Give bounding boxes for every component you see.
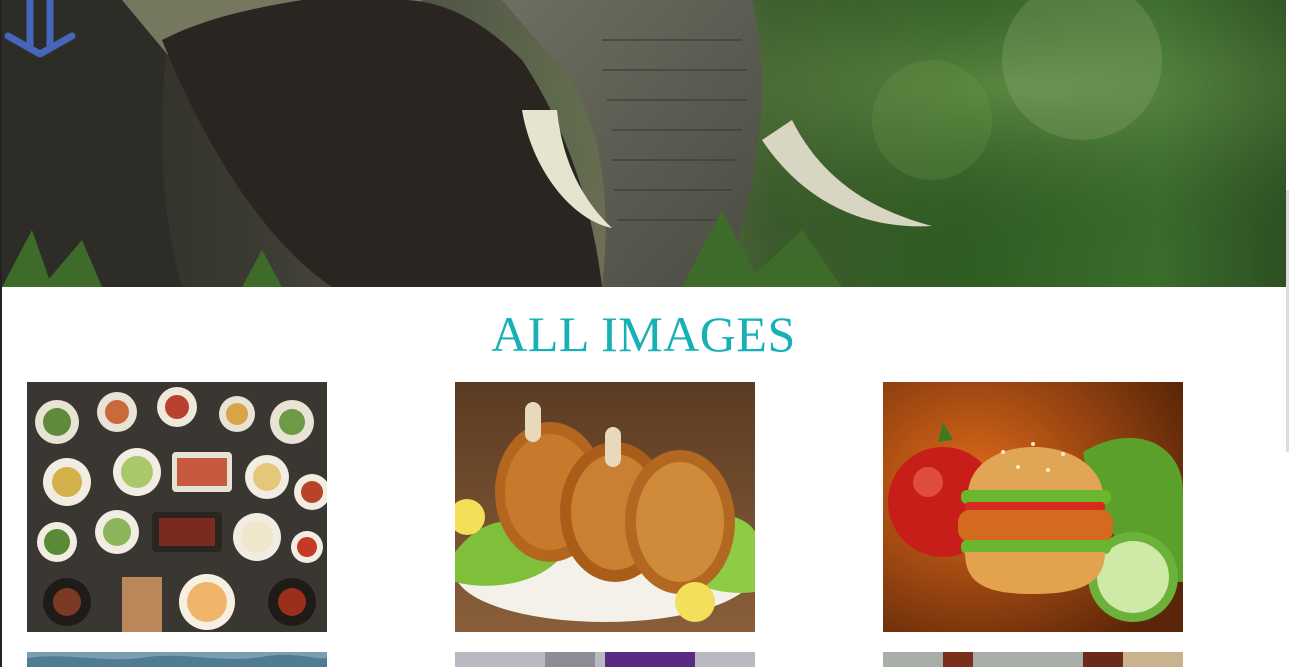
gallery-image-drinks[interactable] <box>883 652 1183 667</box>
gallery-image-korean-table[interactable] <box>27 382 327 632</box>
gallery-image-sea[interactable] <box>27 652 327 667</box>
gallery-image-purple[interactable] <box>455 652 755 667</box>
hero-banner <box>2 0 1286 287</box>
double-down-arrow-icon[interactable] <box>2 0 78 60</box>
section-title: ALL IMAGES <box>491 306 796 362</box>
gallery-image-burger[interactable] <box>883 382 1183 632</box>
gallery-image-roast-chicken[interactable] <box>455 382 755 632</box>
elephant-photo <box>2 0 1286 287</box>
